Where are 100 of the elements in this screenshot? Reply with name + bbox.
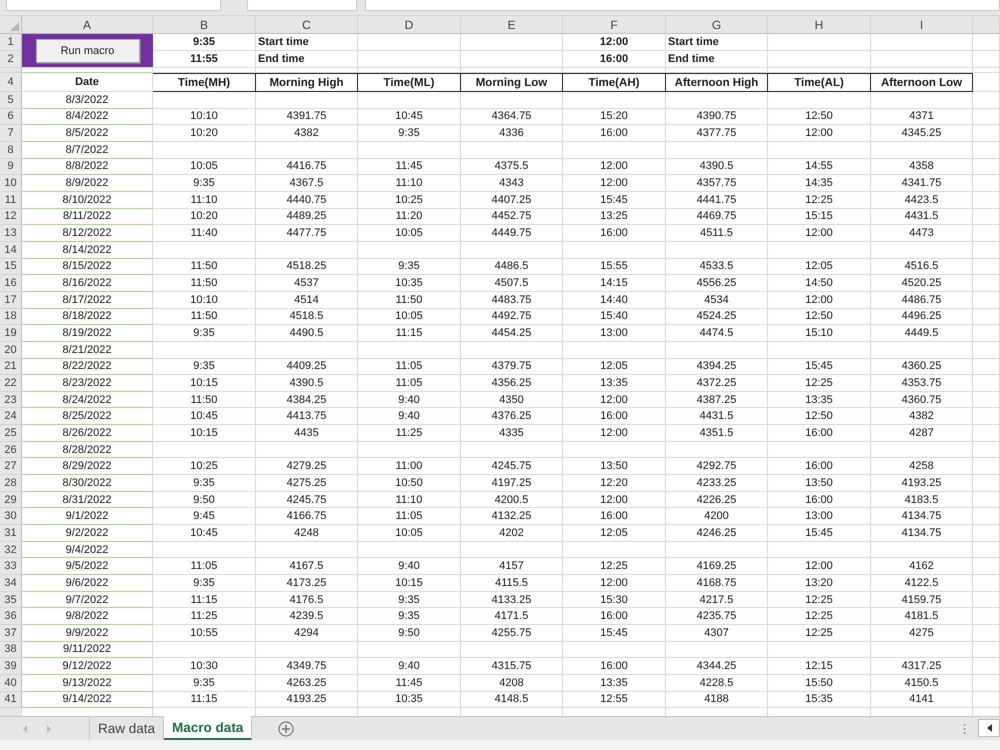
empty-cell	[973, 442, 1000, 458]
empty-cell	[973, 325, 1000, 342]
table-cell: 10:25	[153, 458, 256, 476]
row-number[interactable]: 25	[0, 425, 22, 442]
column-header[interactable]: G	[666, 16, 768, 34]
empty-cell	[973, 558, 1000, 576]
row-number[interactable]: 35	[0, 592, 22, 608]
row-number[interactable]: 9	[0, 158, 22, 176]
table-cell: 12:00	[563, 425, 666, 442]
empty-cell	[973, 642, 1000, 658]
date-cell: 8/14/2022	[22, 242, 153, 259]
table-cell: 11:50	[153, 308, 256, 326]
row-number[interactable]: 1	[0, 34, 22, 51]
table-cell: 4416.75	[256, 158, 358, 176]
add-sheet-icon[interactable]	[278, 721, 294, 737]
empty-cell	[973, 658, 1000, 675]
row-number[interactable]: 33	[0, 558, 22, 576]
table-cell: 9:50	[153, 492, 256, 508]
table-cell: 4246.25	[666, 525, 768, 542]
next-sheet-icon[interactable]	[46, 724, 52, 732]
table-cell: 4357.75	[666, 175, 768, 192]
row-number[interactable]: 38	[0, 642, 22, 658]
table-cell: 12:25	[768, 625, 871, 642]
table-cell: 4245.75	[461, 458, 563, 476]
table-cell: 4486.5	[461, 258, 563, 276]
row-number[interactable]: 34	[0, 575, 22, 592]
column-header[interactable]: I	[871, 16, 973, 34]
table-cell: 4343	[461, 175, 563, 192]
table-cell: 4275	[871, 625, 973, 642]
row-number[interactable]: 16	[0, 275, 22, 292]
name-box[interactable]	[6, 0, 221, 11]
row-number[interactable]: 19	[0, 325, 22, 342]
run-macro-button[interactable]: Run macro	[36, 38, 140, 62]
table-cell: 16:00	[563, 125, 666, 142]
row-number[interactable]: 13	[0, 225, 22, 242]
column-header[interactable]: D	[358, 16, 461, 34]
select-all-corner[interactable]	[0, 16, 22, 34]
sheet-tab[interactable]: Macro data	[164, 716, 252, 740]
table-cell: 4360.75	[871, 392, 973, 408]
row-number[interactable]: 15	[0, 258, 22, 276]
row-number[interactable]: 10	[0, 175, 22, 192]
table-cell: 4248	[256, 525, 358, 542]
empty-cell	[973, 358, 1000, 376]
scroll-left-button[interactable]	[978, 719, 1000, 737]
row-number[interactable]: 41	[0, 692, 22, 708]
row-number[interactable]: 11	[0, 192, 22, 209]
column-header[interactable]: B	[153, 16, 256, 34]
empty-cell	[973, 342, 1000, 358]
row-number[interactable]: 28	[0, 475, 22, 492]
column-header[interactable]	[973, 16, 1000, 34]
date-cell: 9/13/2022	[22, 674, 153, 692]
row-number[interactable]: 2	[0, 51, 22, 68]
column-header[interactable]: C	[256, 16, 358, 34]
row-number[interactable]: 4	[0, 73, 22, 92]
header-cell: Time(AH)	[563, 73, 666, 92]
row-number[interactable]: 12	[0, 208, 22, 226]
row-number[interactable]: 6	[0, 108, 22, 126]
table-cell: 4516.5	[871, 258, 973, 276]
row-number[interactable]: 27	[0, 458, 22, 476]
row-number[interactable]: 14	[0, 242, 22, 259]
table-cell: 4441.75	[666, 192, 768, 209]
table-cell: 4390.5	[256, 375, 358, 392]
column-header[interactable]: F	[563, 16, 666, 34]
row-number[interactable]: 22	[0, 375, 22, 392]
date-cell: 8/8/2022	[22, 158, 153, 176]
previous-sheet-icon[interactable]	[22, 724, 28, 732]
row-number[interactable]: 36	[0, 608, 22, 625]
row-number[interactable]: 26	[0, 442, 22, 458]
header-cell: Date	[22, 73, 153, 92]
more-options-icon[interactable]	[963, 723, 966, 735]
row-number[interactable]: 5	[0, 92, 22, 109]
row-number[interactable]: 37	[0, 625, 22, 642]
row-number[interactable]: 18	[0, 308, 22, 326]
empty-cell	[973, 108, 1000, 126]
row-number[interactable]: 29	[0, 492, 22, 508]
table-cell: 4294	[256, 625, 358, 642]
row-number[interactable]: 20	[0, 342, 22, 358]
row-number[interactable]: 32	[0, 542, 22, 558]
table-cell: 4239.5	[256, 608, 358, 625]
column-header[interactable]: A	[22, 16, 153, 34]
row-number[interactable]: 21	[0, 358, 22, 376]
table-cell: 4228.5	[666, 674, 768, 692]
table-cell: 9:35	[358, 125, 461, 142]
column-header[interactable]: E	[461, 16, 563, 34]
row-number[interactable]: 7	[0, 125, 22, 142]
row-number[interactable]: 17	[0, 292, 22, 309]
column-header[interactable]: H	[768, 16, 871, 34]
row-number[interactable]: 40	[0, 674, 22, 692]
row-number[interactable]: 24	[0, 408, 22, 426]
table-cell: 9:40	[358, 558, 461, 576]
table-cell: 11:15	[358, 325, 461, 342]
row-number[interactable]: 31	[0, 525, 22, 542]
row-number[interactable]: 39	[0, 658, 22, 675]
row-number[interactable]: 23	[0, 392, 22, 408]
table-cell: 4514	[256, 292, 358, 309]
date-cell: 8/9/2022	[22, 175, 153, 192]
row-number[interactable]: 30	[0, 508, 22, 526]
row-number[interactable]: 8	[0, 142, 22, 159]
table-cell: 4345.25	[871, 125, 973, 142]
table-cell: 4473	[871, 225, 973, 242]
